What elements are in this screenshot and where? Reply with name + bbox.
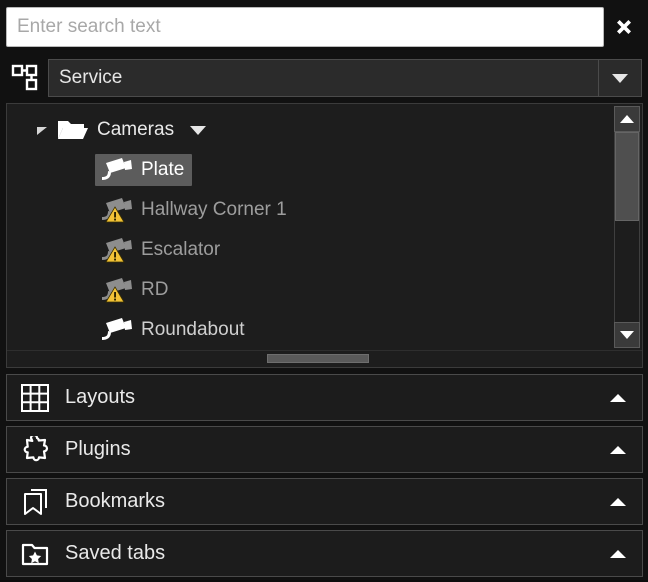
puzzle-icon bbox=[19, 434, 51, 466]
horizontal-scrollbar-thumb[interactable] bbox=[267, 354, 369, 363]
caret-up-icon[interactable] bbox=[608, 444, 628, 456]
section-label: Bookmarks bbox=[65, 490, 608, 513]
triangle-up-icon bbox=[619, 114, 635, 124]
expanded-triangle-icon[interactable] bbox=[33, 121, 51, 139]
resource-source-dropdown-button[interactable] bbox=[598, 59, 642, 97]
close-x-icon bbox=[611, 14, 637, 40]
tree-item-hallway-corner-1[interactable]: Hallway Corner 1 bbox=[7, 190, 612, 230]
tree-item-label: Roundabout bbox=[141, 319, 245, 341]
scroll-up-button[interactable] bbox=[614, 106, 640, 132]
folder-open-icon bbox=[57, 117, 89, 143]
camera-icon bbox=[99, 157, 133, 183]
tree-item-roundabout[interactable]: Roundabout bbox=[7, 310, 612, 350]
resource-source-combobox[interactable]: Service bbox=[48, 59, 642, 97]
section-layouts[interactable]: Layouts bbox=[6, 374, 643, 421]
resource-tree-panel: Cameras bbox=[6, 103, 643, 368]
tree-item-label: RD bbox=[141, 279, 168, 301]
tree-item-rd[interactable]: RD bbox=[7, 270, 612, 310]
scrollbar-thumb[interactable] bbox=[615, 132, 639, 221]
camera-icon bbox=[99, 317, 133, 343]
scrollbar-track[interactable] bbox=[614, 132, 640, 322]
folder-star-icon bbox=[19, 538, 51, 570]
grid-icon bbox=[19, 382, 51, 414]
tree-item-label: Escalator bbox=[141, 239, 220, 261]
triangle-down-icon bbox=[619, 330, 635, 340]
section-saved-tabs[interactable]: Saved tabs bbox=[6, 530, 643, 577]
clear-search-button[interactable] bbox=[604, 7, 644, 47]
resource-tree-body: Cameras bbox=[7, 104, 642, 350]
search-input[interactable] bbox=[6, 7, 604, 47]
collapsible-sections: Layouts Plugins bbox=[0, 368, 648, 582]
section-plugins[interactable]: Plugins bbox=[6, 426, 643, 473]
tree-item-label: Hallway Corner 1 bbox=[141, 199, 287, 221]
tree-node-label: Cameras bbox=[97, 119, 174, 141]
resource-panel: Service bbox=[0, 0, 648, 580]
caret-down-icon[interactable] bbox=[188, 123, 208, 137]
resource-tree-list[interactable]: Cameras bbox=[7, 104, 612, 350]
section-label: Saved tabs bbox=[65, 542, 608, 565]
caret-up-icon[interactable] bbox=[608, 392, 628, 404]
section-bookmarks[interactable]: Bookmarks bbox=[6, 478, 643, 525]
hierarchy-icon bbox=[8, 61, 42, 95]
tree-item-escalator[interactable]: Escalator bbox=[7, 230, 612, 270]
scroll-down-button[interactable] bbox=[614, 322, 640, 348]
resource-source-value[interactable]: Service bbox=[48, 59, 598, 97]
tree-item-plate[interactable]: Plate bbox=[7, 150, 612, 190]
bookmarks-icon bbox=[19, 486, 51, 518]
section-label: Plugins bbox=[65, 438, 608, 461]
camera-warning-icon bbox=[99, 237, 133, 263]
camera-warning-icon bbox=[99, 277, 133, 303]
search-row bbox=[0, 0, 648, 53]
tree-vertical-scrollbar[interactable] bbox=[612, 104, 642, 350]
resource-source-row: Service bbox=[0, 53, 648, 103]
tree-node-cameras[interactable]: Cameras bbox=[7, 110, 612, 150]
camera-warning-icon bbox=[99, 197, 133, 223]
section-label: Layouts bbox=[65, 386, 608, 409]
caret-up-icon[interactable] bbox=[608, 548, 628, 560]
tree-horizontal-scrollbar[interactable] bbox=[7, 350, 642, 367]
chevron-down-icon bbox=[610, 71, 630, 85]
caret-up-icon[interactable] bbox=[608, 496, 628, 508]
tree-item-label: Plate bbox=[141, 159, 184, 181]
